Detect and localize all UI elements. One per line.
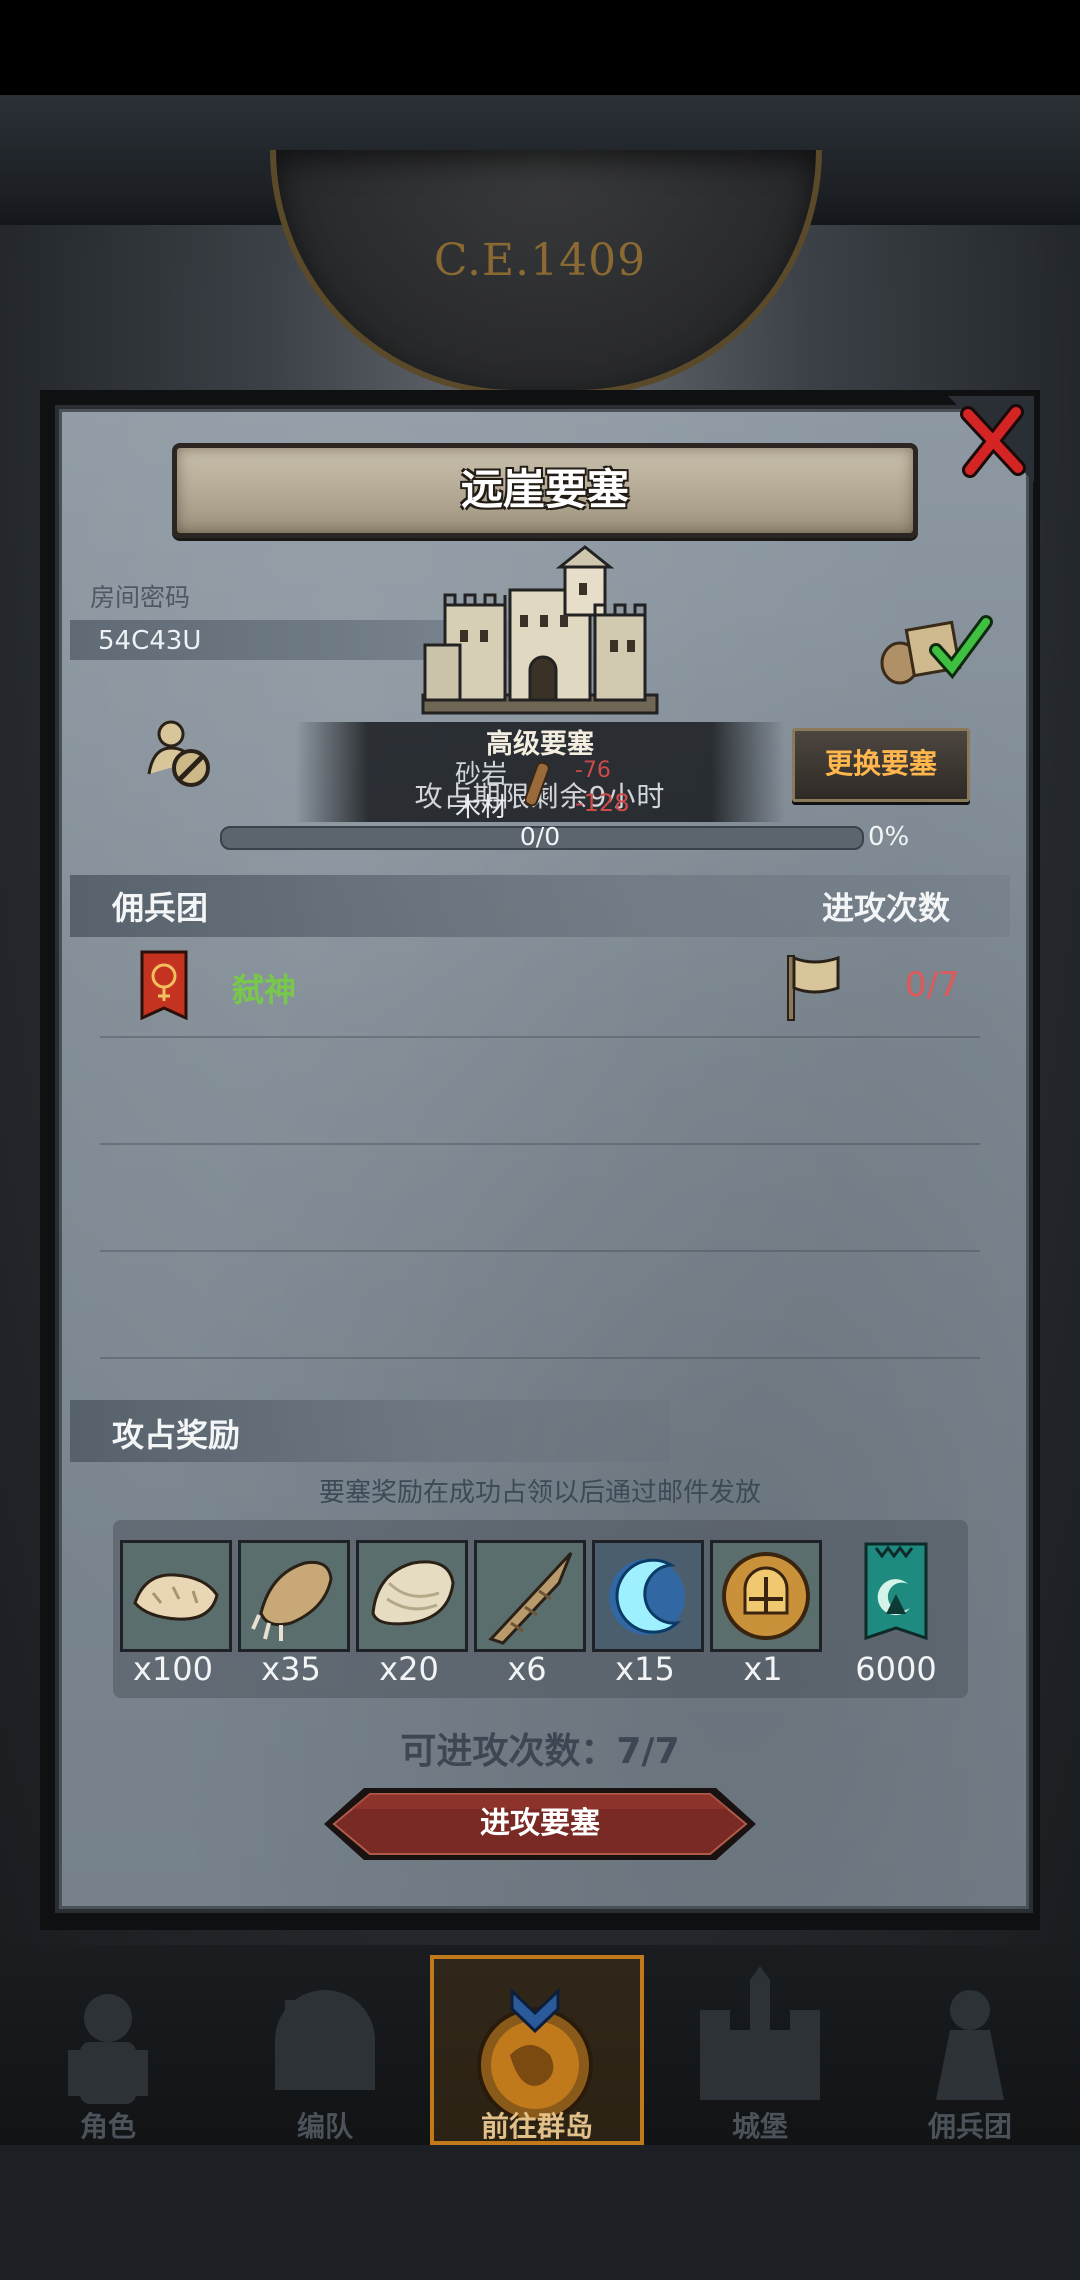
reward-slot[interactable] [120, 1540, 232, 1652]
room-code-value: 54C43U [98, 626, 202, 656]
nav-label-character: 角色 [79, 2110, 136, 2143]
pawn-icon [936, 1990, 1004, 2100]
reward-qty: x15 [615, 1650, 675, 1688]
reward-section-title: 攻占奖励 [112, 1416, 241, 1454]
beast-claw-icon [241, 1543, 347, 1649]
capture-progress-percent: 0% [868, 822, 910, 852]
nav-label-islands[interactable]: 前往群岛 [437, 2105, 637, 2145]
guild-banner-icon [140, 950, 188, 1020]
reward-note: 要塞奖励在成功占领以后通过邮件发放 [318, 1478, 761, 1508]
cost-sandstone-label: 砂岩 [455, 760, 508, 790]
guild-attack-count: 0/7 [905, 965, 960, 1005]
nav-label-castle: 城堡 [731, 2110, 788, 2143]
guild-banner-icon [864, 1542, 928, 1641]
wood-icon [525, 761, 549, 807]
cost-wood-value: -128 [575, 789, 630, 817]
horn-icon [477, 1543, 583, 1649]
attacks-remaining: 可进攻次数：7/7 [400, 1731, 680, 1772]
list-divider [100, 1357, 980, 1359]
reward-slot[interactable] [356, 1540, 468, 1652]
reward-qty: x6 [507, 1650, 547, 1688]
attack-count-title: 进攻次数 [822, 889, 951, 927]
castle-icon [700, 1966, 820, 2100]
golden-helmet-icon [713, 1543, 819, 1649]
fortress-castle-icon [421, 545, 659, 715]
guild-name[interactable]: 弑神 [232, 965, 296, 1011]
reward-slot[interactable] [474, 1540, 586, 1652]
status-bar-area [0, 0, 1080, 95]
change-fortress-label: 更换要塞 [824, 747, 937, 780]
nav-label-mercenary: 佣兵团 [927, 2110, 1012, 2143]
reward-qty: x20 [379, 1650, 439, 1688]
cost-wood-label: 木材 [455, 793, 508, 823]
reward-slot[interactable] [856, 1540, 936, 1646]
knight-icon [68, 1994, 148, 2104]
fur-pelt-icon [123, 1543, 229, 1649]
list-divider [100, 1250, 980, 1252]
reward-slot[interactable] [592, 1540, 704, 1652]
modal-title: 远崖要塞 [460, 465, 629, 514]
reward-qty: x1 [743, 1650, 783, 1688]
no-guard-icon[interactable] [145, 718, 215, 790]
era-label: C.E.1409 [433, 235, 647, 286]
tooltip-title: 高级要塞 [486, 729, 594, 760]
room-code-label: 房间密码 [90, 583, 191, 612]
reward-slot[interactable] [238, 1540, 350, 1652]
capture-progress-text: 0/0 [519, 822, 561, 851]
list-divider [100, 1036, 980, 1038]
reward-qty: x100 [132, 1650, 213, 1688]
crescent-rune-icon [595, 1543, 701, 1649]
supplies-check-icon[interactable] [878, 608, 998, 688]
flag-icon [787, 955, 840, 1021]
reward-qty: 6000 [855, 1650, 937, 1688]
mercenary-section-title: 佣兵团 [112, 889, 209, 927]
list-divider [100, 1143, 980, 1145]
helmet-icon [275, 1990, 375, 2090]
scale-hide-icon [359, 1543, 465, 1649]
attack-fortress-label: 进攻要塞 [480, 1806, 600, 1841]
reward-qty: x35 [261, 1650, 321, 1688]
nav-label-formation: 编队 [296, 2110, 353, 2143]
reward-slot[interactable] [710, 1540, 822, 1652]
close-icon[interactable] [948, 396, 1034, 482]
cost-sandstone-value: -76 [575, 758, 611, 783]
bottom-background [0, 2145, 1080, 2280]
